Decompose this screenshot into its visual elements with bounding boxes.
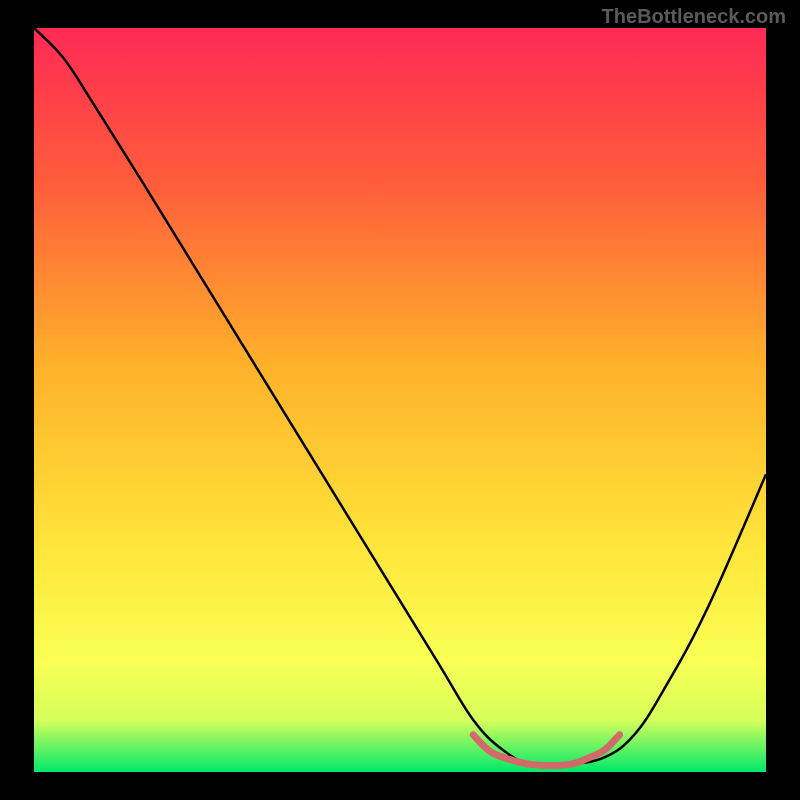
- watermark-text: TheBottleneck.com: [602, 6, 786, 29]
- chart-plot-area: [34, 28, 766, 772]
- chart-svg: [34, 28, 766, 772]
- chart-background: [34, 28, 766, 772]
